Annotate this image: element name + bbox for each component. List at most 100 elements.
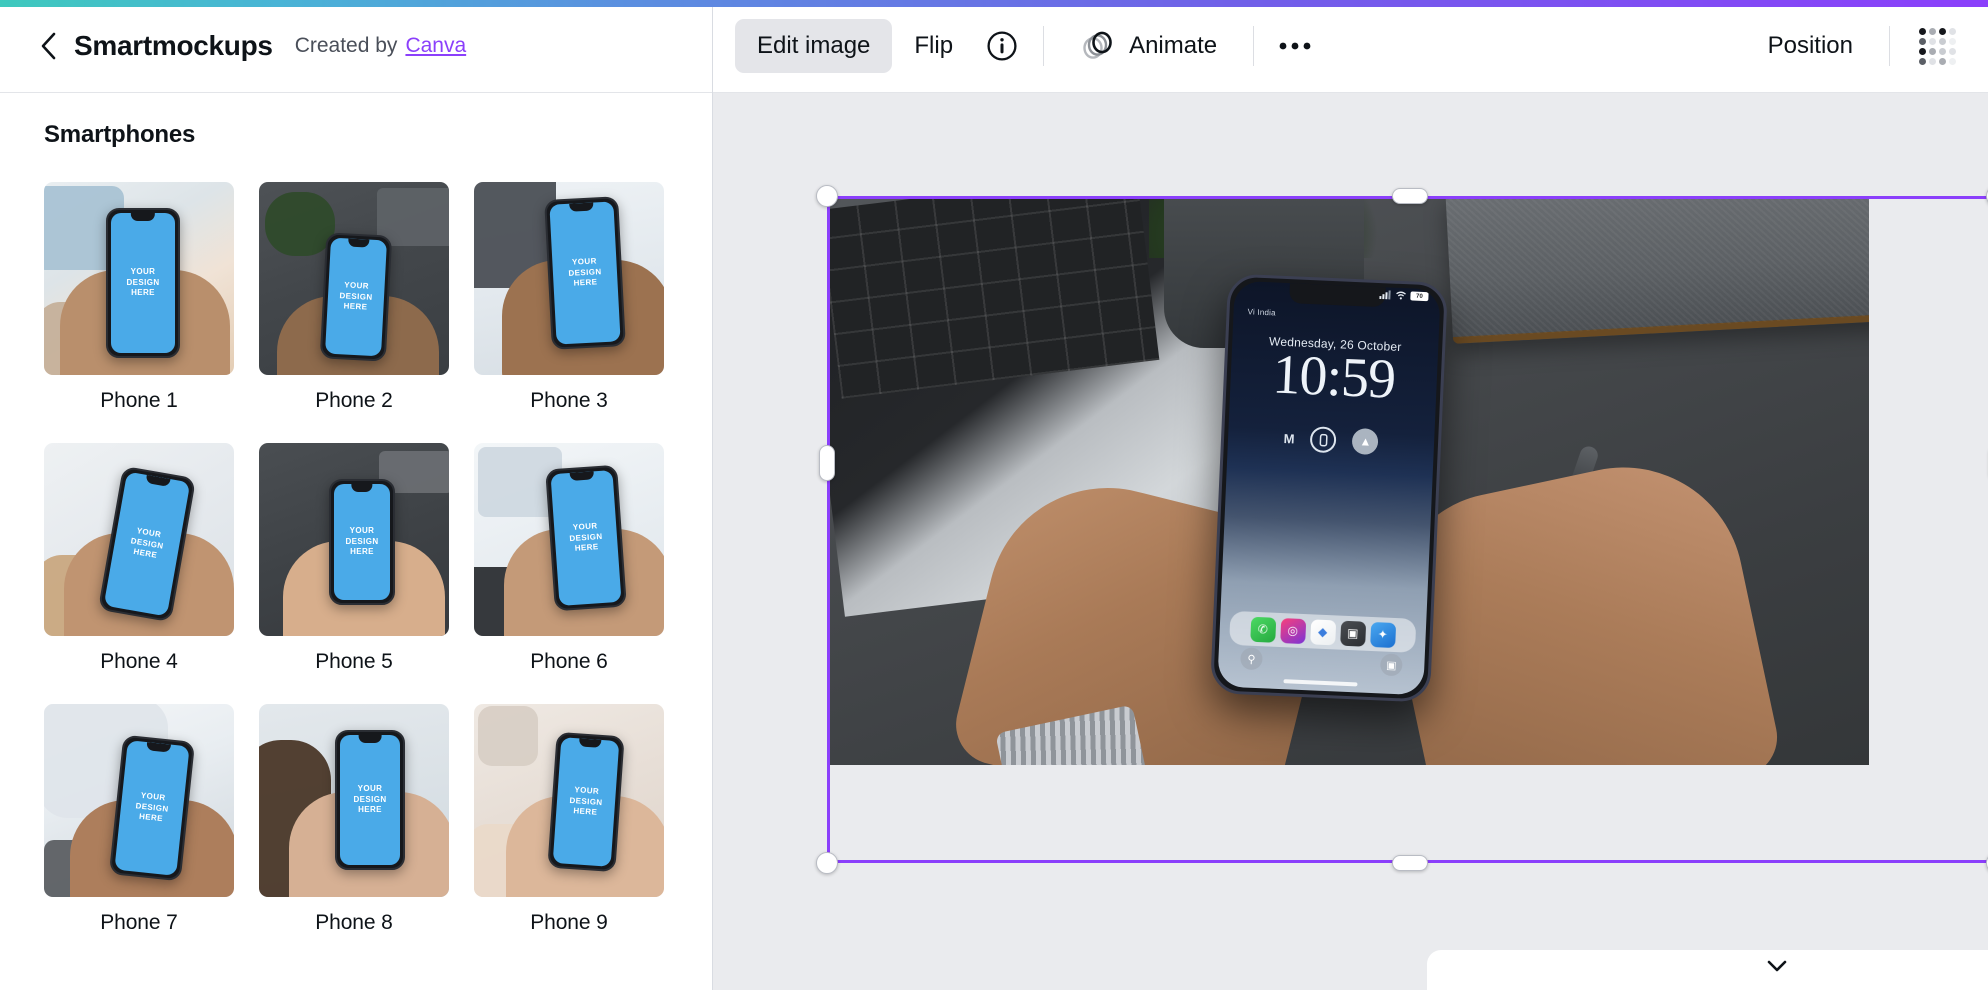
gmail-widget-icon: M	[1283, 430, 1295, 446]
thumbnail-placeholder-line: HERE	[573, 806, 598, 818]
lockscreen-time: 10:59	[1271, 343, 1397, 411]
thumbnail-phone-screen: YOUR DESIGN HERE	[549, 201, 621, 345]
toolbar-divider-3	[1889, 26, 1890, 66]
thumbnail-image[interactable]: YOUR DESIGN HERE	[44, 704, 234, 897]
mockup-thumbnail-7[interactable]: YOUR DESIGN HERE Phone 7	[44, 704, 234, 935]
selected-mockup-image[interactable]: 70 Vi India Wednesday, 26 October 10:59 …	[829, 198, 1869, 765]
created-by-text: Created by	[294, 34, 398, 57]
thumbnail-phone-screen: YOUR DESIGN HERE	[340, 735, 400, 865]
thumbnail-placeholder-line: HERE	[138, 812, 164, 824]
thumbnail-image[interactable]: YOUR DESIGN HERE	[44, 443, 234, 636]
thumbnail-label: Phone 8	[315, 911, 393, 934]
transparency-button[interactable]	[1910, 19, 1964, 73]
thumbnail-placeholder-line: YOUR	[349, 525, 375, 535]
mockup-thumbnail-1[interactable]: YOUR DESIGN HERE Phone 1	[44, 182, 234, 413]
thumbnail-placeholder-line: YOUR	[130, 266, 156, 276]
resize-handle-top[interactable]	[1392, 188, 1428, 204]
thumbnail-image[interactable]: YOUR DESIGN HERE	[44, 182, 234, 375]
phone-screen: 70 Vi India Wednesday, 26 October 10:59 …	[1217, 280, 1441, 696]
google-maps-icon: ◆	[1309, 618, 1336, 645]
thumbnail-scene-element	[265, 192, 335, 256]
thumbnail-placeholder-line: DESIGN	[353, 794, 387, 804]
thumbnail-phone-device: YOUR DESIGN HERE	[319, 232, 393, 362]
thumbnail-placeholder-line: YOUR	[357, 783, 383, 793]
thumbnail-label: Phone 4	[100, 650, 178, 673]
thumbnail-phone-screen: YOUR DESIGN HERE	[552, 737, 620, 867]
position-button[interactable]: Position	[1746, 19, 1875, 73]
edit-image-button[interactable]: Edit image	[735, 19, 893, 73]
ellipsis-icon	[1279, 42, 1311, 50]
mockup-thumbnail-9[interactable]: YOUR DESIGN HERE Phone 9	[474, 704, 664, 935]
mockup-thumbnail-2[interactable]: YOUR DESIGN HERE Phone 2	[259, 182, 449, 413]
back-button[interactable]	[28, 26, 68, 66]
panel-header: Smartmockups Created by Canva	[0, 0, 712, 93]
mockup-thumbnail-4[interactable]: YOUR DESIGN HERE Phone 4	[44, 443, 234, 674]
flashlight-icon	[1309, 426, 1338, 454]
thumbnail-phone-device: YOUR DESIGN HERE	[108, 734, 196, 882]
bottom-collapse-panel[interactable]	[1427, 950, 1988, 990]
resize-handle-bottom-left[interactable]	[816, 852, 838, 874]
battery-indicator: 70	[1410, 291, 1429, 302]
signal-icon	[1379, 290, 1391, 300]
camera-icon-bottom: ▣	[1379, 653, 1403, 677]
section-heading: Smartphones	[44, 121, 196, 148]
wifi-icon	[1396, 291, 1406, 300]
thumbnail-image[interactable]: YOUR DESIGN HERE	[259, 443, 449, 636]
animate-button[interactable]: Animate	[1058, 19, 1239, 73]
thumbnail-phone-device: YOUR DESIGN HERE	[547, 731, 625, 873]
phone-notch	[1289, 283, 1386, 308]
resize-handle-top-left[interactable]	[816, 185, 838, 207]
thumbnail-phone-notch	[347, 238, 370, 248]
navigation-icon: ▲	[1351, 427, 1380, 456]
animate-label: Animate	[1129, 32, 1218, 59]
design-canvas[interactable]: 70 Vi India Wednesday, 26 October 10:59 …	[713, 93, 1988, 990]
thumbnail-phone-notch	[130, 213, 156, 221]
carrier-label: Vi India	[1247, 307, 1276, 318]
whatsapp-icon: ✆	[1249, 616, 1276, 643]
created-by-link[interactable]: Canva	[405, 34, 466, 58]
toolbar-divider-2	[1253, 26, 1255, 66]
thumbnail-phone-notch	[569, 202, 594, 212]
resize-handle-bottom[interactable]	[1392, 855, 1428, 871]
flip-button[interactable]: Flip	[892, 19, 975, 73]
phone-dock: ✆ ◎ ◆ ▣ ✦	[1229, 610, 1417, 653]
thumbnail-label: Phone 5	[315, 650, 393, 673]
mockup-thumbnail-8[interactable]: YOUR DESIGN HERE Phone 8	[259, 704, 449, 935]
thumbnail-label: Phone 2	[315, 389, 393, 412]
thumbnail-placeholder-line: HERE	[574, 542, 599, 554]
page-title: Smartmockups	[74, 30, 273, 61]
mockup-thumbnail-6[interactable]: YOUR DESIGN HERE Phone 6	[474, 443, 664, 674]
info-circle-icon	[987, 31, 1017, 61]
info-button[interactable]	[975, 19, 1029, 73]
thumbnail-image[interactable]: YOUR DESIGN HERE	[259, 182, 449, 375]
thumbnail-placeholder-line: HERE	[131, 288, 155, 298]
thumbnail-placeholder-line: DESIGN	[126, 277, 160, 287]
notebook-texture	[1445, 198, 1869, 338]
more-options-button[interactable]	[1268, 19, 1322, 73]
image-toolbar: Edit image Flip Animate Position	[713, 0, 1988, 93]
mockup-thumbnail-5[interactable]: YOUR DESIGN HERE Phone 5	[259, 443, 449, 674]
editor-area: Edit image Flip Animate Position 70 Vi I…	[713, 0, 1988, 990]
thumbnail-image[interactable]: YOUR DESIGN HERE	[474, 182, 664, 375]
layered-circles-icon	[1083, 31, 1112, 59]
thumbnail-image[interactable]: YOUR DESIGN HERE	[259, 704, 449, 897]
resize-handle-left[interactable]	[819, 445, 835, 481]
phone-status-bar: 70	[1379, 290, 1429, 302]
thumbnail-label: Phone 1	[100, 389, 178, 412]
thumbnail-phone-notch	[569, 471, 594, 481]
mockup-thumbnail-3[interactable]: YOUR DESIGN HERE Phone 3	[474, 182, 664, 413]
thumbnail-image[interactable]: YOUR DESIGN HERE	[474, 704, 664, 897]
thumbnail-image[interactable]: YOUR DESIGN HERE	[474, 443, 664, 636]
chevron-left-icon	[41, 32, 56, 60]
thumbnail-phone-screen: YOUR DESIGN HERE	[550, 469, 622, 607]
thumbnail-phone-device: YOUR DESIGN HERE	[544, 196, 626, 350]
chevron-down-icon[interactable]	[1762, 957, 1792, 975]
thumbnail-label: Phone 7	[100, 911, 178, 934]
toolbar-divider	[1043, 26, 1045, 66]
thumbnail-phone-screen: YOUR DESIGN HERE	[114, 740, 190, 876]
thumbnail-scene-element	[478, 706, 538, 766]
thumbnail-phone-notch	[146, 742, 171, 753]
thumbnail-phone-device: YOUR DESIGN HERE	[106, 208, 180, 358]
smartmockups-panel: Smartmockups Created by Canva Smartphone…	[0, 0, 713, 990]
thumbnail-phone-notch	[145, 474, 171, 488]
